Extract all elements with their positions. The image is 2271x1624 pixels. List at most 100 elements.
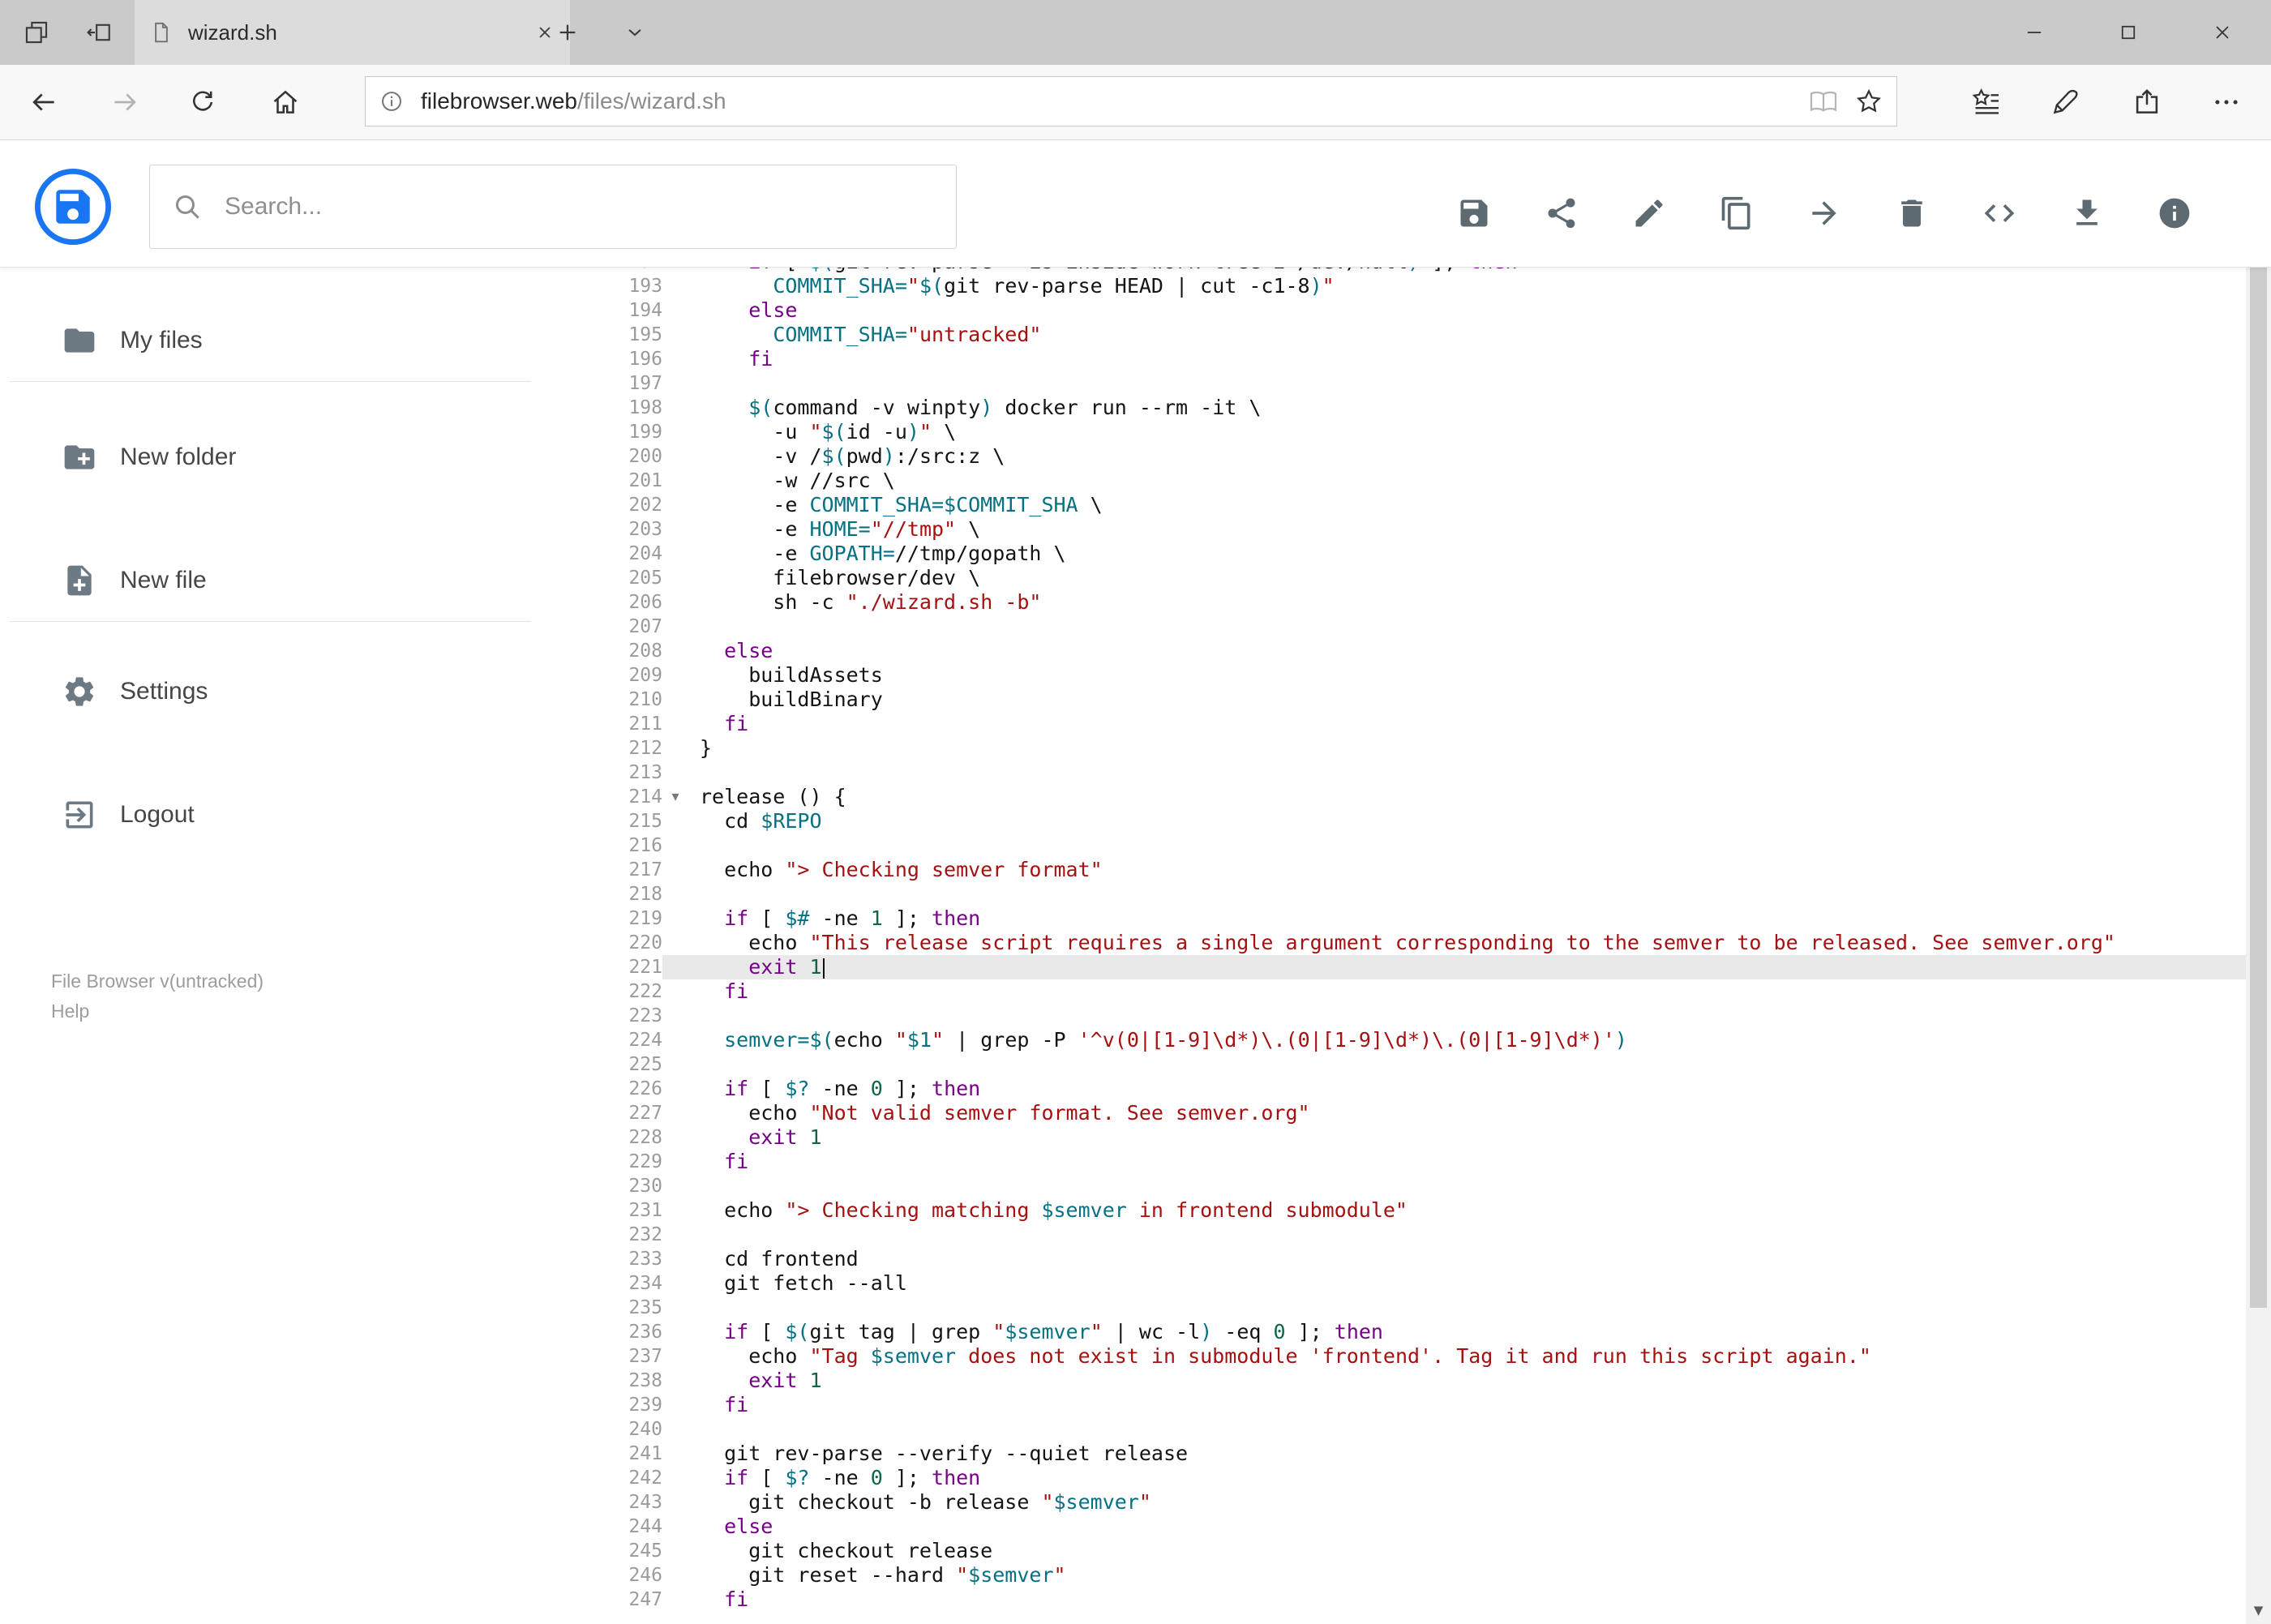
code-button[interactable] — [1973, 186, 2026, 240]
code-line[interactable]: 225 — [580, 1052, 2246, 1077]
new-tab-button[interactable] — [539, 0, 596, 65]
code-line[interactable]: 211 fi — [580, 712, 2246, 736]
info-button[interactable] — [2148, 186, 2201, 240]
scroll-down-arrow[interactable]: ▼ — [2246, 1596, 2271, 1624]
code-line[interactable]: 192 if [ $(git rev-parse --is-inside-wor… — [580, 268, 2246, 274]
code-line[interactable]: 245 git checkout release — [580, 1539, 2246, 1563]
code-line[interactable]: 239 fi — [580, 1393, 2246, 1417]
edit-button[interactable] — [1622, 186, 1676, 240]
sidebar-item-new-file[interactable]: New file — [0, 548, 580, 613]
code-line[interactable]: 196 fi — [580, 347, 2246, 371]
code-line[interactable]: 226 if [ $? -ne 0 ]; then — [580, 1077, 2246, 1101]
scrollbar-thumb[interactable] — [2250, 173, 2267, 1308]
filebrowser-logo[interactable] — [34, 168, 112, 246]
code-line[interactable]: 244 else — [580, 1515, 2246, 1539]
hub-button[interactable] — [1960, 76, 2012, 128]
code-line[interactable]: 197 — [580, 371, 2246, 396]
code-line[interactable]: 229 fi — [580, 1150, 2246, 1174]
code-line[interactable]: 228 exit 1 — [580, 1125, 2246, 1150]
window-minimize-button[interactable] — [1987, 0, 2081, 65]
code-line[interactable]: 224 semver=$(echo "$1" | grep -P '^v(0|[… — [580, 1028, 2246, 1052]
more-button[interactable] — [2200, 76, 2252, 128]
code-line[interactable]: 202 -e COMMIT_SHA=$COMMIT_SHA \ — [580, 493, 2246, 517]
code-line[interactable]: 199 -u "$(id -u)" \ — [580, 420, 2246, 444]
code-editor[interactable]: 192 if [ $(git rev-parse --is-inside-wor… — [580, 268, 2246, 1624]
download-button[interactable] — [2060, 186, 2114, 240]
code-line[interactable]: 215 cd $REPO — [580, 809, 2246, 833]
fold-marker-icon[interactable]: ▾ — [662, 785, 688, 809]
url-text[interactable]: filebrowser.web/files/wizard.sh — [421, 88, 1793, 114]
code-line[interactable]: 240 — [580, 1417, 2246, 1442]
code-line[interactable]: 220 echo "This release script requires a… — [580, 931, 2246, 955]
web-notes-button[interactable] — [2040, 76, 2092, 128]
code-line[interactable]: 205 filebrowser/dev \ — [580, 566, 2246, 590]
delete-button[interactable] — [1885, 186, 1939, 240]
code-line[interactable]: 203 -e HOME="//tmp" \ — [580, 517, 2246, 542]
sidebar-item-settings[interactable]: Settings — [0, 659, 580, 724]
code-line[interactable]: 200 -v /$(pwd):/src:z \ — [580, 444, 2246, 469]
page-scrollbar[interactable]: ▲ ▼ — [2246, 140, 2271, 1624]
code-line[interactable]: 242 if [ $? -ne 0 ]; then — [580, 1466, 2246, 1490]
code-line[interactable]: 209 buildAssets — [580, 663, 2246, 688]
copy-button[interactable] — [1710, 186, 1763, 240]
code-line[interactable]: 246 git reset --hard "$semver" — [580, 1563, 2246, 1588]
search-box[interactable] — [149, 165, 957, 249]
code-line[interactable]: 214 ▾ release () { — [580, 785, 2246, 809]
url-bar[interactable]: filebrowser.web/files/wizard.sh — [365, 76, 1897, 126]
code-line[interactable]: 208 else — [580, 639, 2246, 663]
share-button[interactable] — [2121, 76, 2173, 128]
code-line[interactable]: 234 git fetch --all — [580, 1271, 2246, 1296]
browser-tab[interactable]: wizard.sh — [135, 0, 570, 65]
code-line[interactable]: 233 cd frontend — [580, 1247, 2246, 1271]
window-close-button[interactable] — [2175, 0, 2269, 65]
code-line[interactable]: 193 COMMIT_SHA="$(git rev-parse HEAD | c… — [580, 274, 2246, 298]
help-link[interactable]: Help — [51, 996, 264, 1026]
code-line[interactable]: 218 — [580, 882, 2246, 906]
sidebar-item-new-folder[interactable]: New folder — [0, 425, 580, 490]
code-line[interactable]: 212} — [580, 736, 2246, 761]
save-button[interactable] — [1447, 186, 1501, 240]
move-button[interactable] — [1798, 186, 1851, 240]
code-line[interactable]: 223 — [580, 1004, 2246, 1028]
code-line[interactable]: 221 exit 1 — [580, 955, 2246, 979]
code-line[interactable]: 210 buildBinary — [580, 688, 2246, 712]
sidebar-item-logout[interactable]: Logout — [0, 782, 580, 847]
code-line[interactable]: 243 git checkout -b release "$semver" — [580, 1490, 2246, 1515]
code-line[interactable]: 206 sh -c "./wizard.sh -b" — [580, 590, 2246, 615]
code-line[interactable]: 213 — [580, 761, 2246, 785]
code-line[interactable]: 231 echo "> Checking matching $semver in… — [580, 1198, 2246, 1223]
site-info-button[interactable] — [379, 88, 405, 114]
code-line[interactable]: 247 fi — [580, 1588, 2246, 1612]
code-line[interactable]: 237 echo "Tag $semver does not exist in … — [580, 1344, 2246, 1369]
share-button[interactable] — [1535, 186, 1588, 240]
code-line[interactable]: 238 exit 1 — [580, 1369, 2246, 1393]
back-button[interactable] — [18, 76, 70, 128]
code-line[interactable]: 222 fi — [580, 979, 2246, 1004]
sidebar-item-my-files[interactable]: My files — [0, 308, 580, 373]
code-line[interactable]: 235 — [580, 1296, 2246, 1320]
code-line[interactable]: 227 echo "Not valid semver format. See s… — [580, 1101, 2246, 1125]
refresh-button[interactable] — [177, 76, 229, 128]
code-line[interactable]: 207 — [580, 615, 2246, 639]
set-tabs-aside-button[interactable] — [71, 0, 127, 65]
favorite-button[interactable] — [1854, 87, 1883, 116]
code-line[interactable]: 195 COMMIT_SHA="untracked" — [580, 323, 2246, 347]
tab-preview-toggle-button[interactable] — [606, 0, 663, 65]
code-line[interactable]: 219 if [ $# -ne 1 ]; then — [580, 906, 2246, 931]
code-line[interactable]: 198 $(command -v winpty) docker run --rm… — [580, 396, 2246, 420]
tabs-you-set-aside-button[interactable] — [8, 0, 65, 65]
code-line[interactable]: 232 — [580, 1223, 2246, 1247]
home-button[interactable] — [259, 76, 311, 128]
code-line[interactable]: 230 — [580, 1174, 2246, 1198]
window-maximize-button[interactable] — [2081, 0, 2175, 65]
code-line[interactable]: 217 echo "> Checking semver format" — [580, 858, 2246, 882]
code-line[interactable]: 216 — [580, 833, 2246, 858]
code-line[interactable]: 201 -w //src \ — [580, 469, 2246, 493]
code-line[interactable]: 194 else — [580, 298, 2246, 323]
forward-button[interactable] — [99, 76, 151, 128]
code-line[interactable]: 204 -e GOPATH=//tmp/gopath \ — [580, 542, 2246, 566]
code-line[interactable]: 241 git rev-parse --verify --quiet relea… — [580, 1442, 2246, 1466]
reading-view-button[interactable] — [1809, 87, 1838, 116]
code-line[interactable]: 236 if [ $(git tag | grep "$semver" | wc… — [580, 1320, 2246, 1344]
search-input[interactable] — [223, 192, 935, 221]
